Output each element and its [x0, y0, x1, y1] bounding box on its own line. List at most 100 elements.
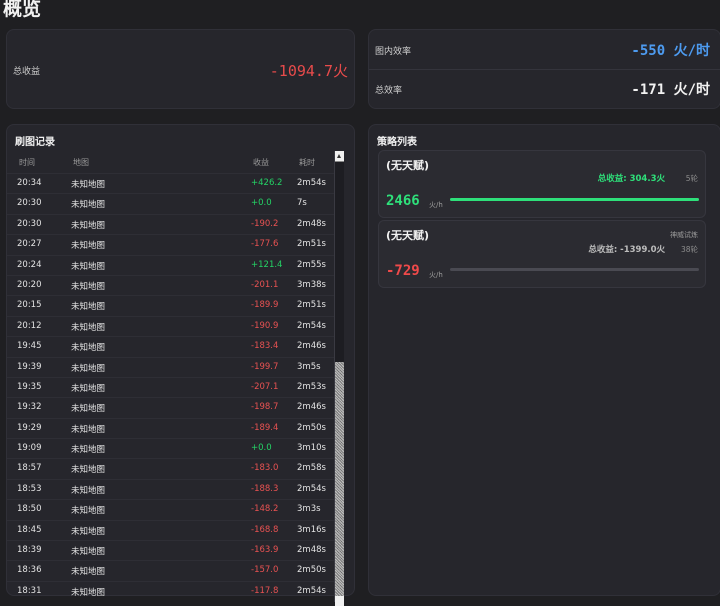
strategy-rate: 2466 [386, 193, 420, 209]
strategy-tag: 神威试炼 [670, 231, 698, 239]
run-row[interactable]: 20:34 未知地图 +426.2 2m54s [7, 173, 337, 193]
runs-list[interactable]: 20:34 未知地图 +426.2 2m54s 20:30 未知地图 +0.0 7s 20:30… [7, 173, 337, 601]
header-income: 收益 [253, 158, 269, 167]
run-map: 未知地图 [71, 485, 106, 496]
run-map: 未知地图 [71, 506, 106, 517]
efficiency-card: 图内效率 -550 火/时 总效率 -171 火/时 [368, 29, 720, 109]
run-income: -198.7 [251, 402, 279, 413]
run-map: 未知地图 [71, 322, 106, 333]
run-income: -183.4 [251, 341, 279, 352]
run-income: +121.4 [251, 259, 283, 270]
run-row[interactable]: 19:35 未知地图 -207.1 2m53s [7, 376, 337, 397]
run-time: 19:09 [17, 443, 42, 454]
run-row[interactable]: 20:12 未知地图 -190.9 2m54s [7, 315, 337, 336]
run-row[interactable]: 19:32 未知地图 -198.7 2m46s [7, 397, 337, 417]
run-duration: 2m50s [297, 565, 326, 576]
run-map: 未知地图 [71, 220, 106, 231]
scroll-up-arrow-icon[interactable] [335, 151, 344, 162]
run-time: 19:35 [17, 381, 42, 392]
run-income: -190.2 [251, 218, 279, 229]
run-row[interactable]: 19:45 未知地图 -183.4 2m46s [7, 336, 337, 356]
run-income: -163.9 [251, 545, 279, 556]
run-time: 20:34 [17, 178, 42, 188]
total-efficiency-label: 总效率 [375, 86, 403, 96]
run-income: +0.0 [251, 443, 272, 454]
run-duration: 3m5s [297, 361, 321, 372]
run-row[interactable]: 19:29 未知地图 -189.4 2m50s [7, 417, 337, 438]
run-row[interactable]: 19:39 未知地图 -199.7 3m5s [7, 356, 337, 377]
run-row[interactable]: 18:36 未知地图 -157.0 2m50s [7, 560, 337, 580]
run-map: 未知地图 [71, 363, 106, 374]
run-row[interactable]: 18:39 未知地图 -163.9 2m48s [7, 540, 337, 560]
total-efficiency-value: -171 火/时 [631, 82, 710, 98]
run-income: -189.4 [251, 422, 279, 433]
runs-scrollbar[interactable] [334, 151, 344, 606]
run-income: -190.9 [251, 320, 279, 331]
run-duration: 2m48s [297, 545, 326, 556]
run-row[interactable]: 20:30 未知地图 -190.2 2m48s [7, 213, 337, 234]
strategy-card[interactable]: (无天赋) 总收益: 304.3火 5轮 2466 火/h [378, 150, 706, 218]
strategy-name: (无天赋) [386, 229, 430, 242]
run-income: -117.8 [251, 585, 279, 596]
total-efficiency-row: 总效率 -171 火/时 [369, 69, 720, 108]
run-map: 未知地图 [71, 383, 106, 394]
run-row[interactable]: 18:45 未知地图 -168.8 3m16s [7, 519, 337, 540]
run-row[interactable]: 18:50 未知地图 -148.2 3m3s [7, 499, 337, 519]
total-income-value: -1094.7火 [269, 62, 348, 80]
run-row[interactable]: 18:57 未知地图 -183.0 2m58s [7, 458, 337, 478]
run-map: 未知地图 [71, 261, 106, 272]
run-duration: 2m54s [297, 585, 326, 596]
scroll-down-arrow-icon[interactable] [335, 596, 344, 606]
run-income: -199.7 [251, 361, 279, 372]
run-duration: 2m54s [297, 320, 326, 331]
run-map: 未知地图 [71, 200, 106, 211]
run-row[interactable]: 20:24 未知地图 +121.4 2m55s [7, 254, 337, 275]
run-time: 19:32 [17, 402, 42, 413]
run-duration: 2m54s [297, 483, 326, 494]
run-duration: 2m50s [297, 422, 326, 433]
map-efficiency-row: 图内效率 -550 火/时 [369, 30, 720, 70]
run-duration: 3m16s [297, 524, 326, 535]
run-duration: 2m51s [297, 300, 326, 311]
run-row[interactable]: 18:53 未知地图 -188.3 2m54s [7, 478, 337, 499]
scroll-thumb[interactable] [335, 362, 344, 602]
run-time: 18:53 [17, 483, 42, 494]
strategy-card[interactable]: (无天赋) 神威试炼 总收益: -1399.0火 38轮 -729 火/h [378, 220, 706, 288]
header-time: 时间 [19, 158, 35, 167]
strategy-rate-unit: 火/h [429, 271, 443, 279]
header-duration: 耗时 [299, 158, 315, 167]
run-time: 20:20 [17, 279, 42, 290]
run-map: 未知地图 [71, 587, 106, 598]
run-duration: 3m10s [297, 443, 326, 454]
page-title: 概览 [3, 0, 42, 20]
run-time: 20:27 [17, 239, 42, 250]
run-map: 未知地图 [71, 465, 106, 476]
run-row[interactable]: 18:31 未知地图 -117.8 2m54s [7, 580, 337, 601]
strategy-progress-bar [450, 268, 699, 271]
run-time: 20:30 [17, 198, 42, 209]
run-row[interactable]: 20:15 未知地图 -189.9 2m51s [7, 295, 337, 315]
strategy-total: 总收益: 304.3火 [597, 174, 665, 184]
run-map: 未知地图 [71, 424, 106, 435]
run-duration: 7s [297, 198, 307, 209]
run-row[interactable]: 20:20 未知地图 -201.1 3m38s [7, 274, 337, 295]
run-row[interactable]: 19:09 未知地图 +0.0 3m10s [7, 438, 337, 458]
run-time: 18:31 [17, 585, 42, 596]
run-map: 未知地图 [71, 404, 106, 415]
run-row[interactable]: 20:27 未知地图 -177.6 2m51s [7, 234, 337, 254]
run-income: -188.3 [251, 483, 279, 494]
run-income: -168.8 [251, 524, 279, 535]
run-row[interactable]: 20:30 未知地图 +0.0 7s [7, 193, 337, 213]
run-income: +0.0 [251, 198, 272, 209]
run-duration: 2m46s [297, 341, 326, 352]
run-map: 未知地图 [71, 343, 106, 354]
scroll-track[interactable] [335, 162, 344, 362]
run-map: 未知地图 [71, 180, 106, 190]
strategy-name: (无天赋) [386, 159, 430, 172]
run-income: -148.2 [251, 504, 279, 515]
run-map: 未知地图 [71, 547, 106, 558]
run-time: 18:36 [17, 565, 42, 576]
run-time: 20:15 [17, 300, 42, 311]
run-time: 18:57 [17, 463, 42, 474]
map-efficiency-label: 图内效率 [375, 47, 412, 57]
